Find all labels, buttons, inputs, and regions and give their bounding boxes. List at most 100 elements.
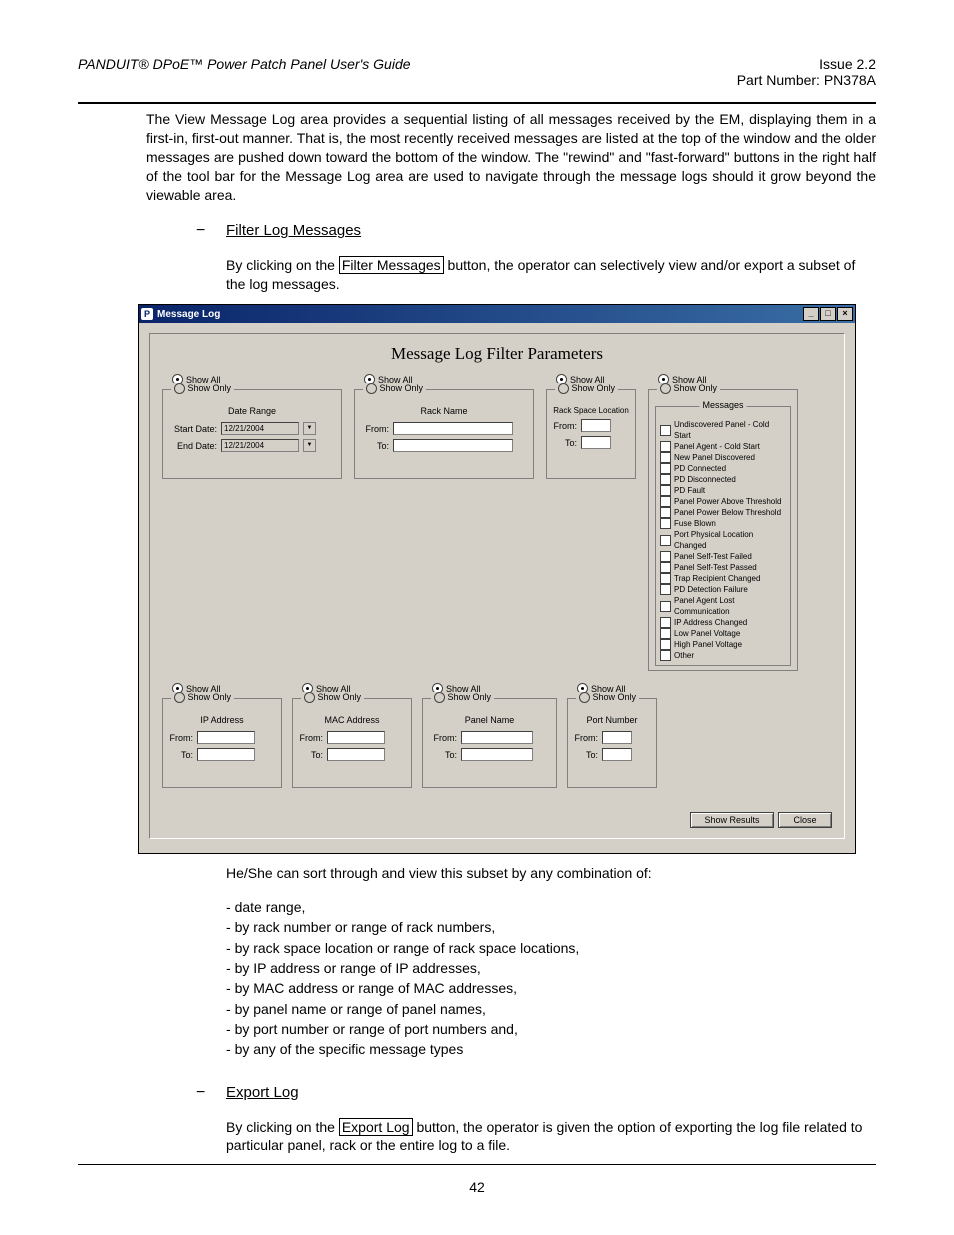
mac-from-input[interactable] [327, 731, 385, 744]
messages-show-only-group: Show Only Messages Undiscovered Panel - … [648, 389, 798, 671]
rackspace-show-only[interactable]: Show Only [555, 383, 618, 394]
message-checkbox-item[interactable]: Undiscovered Panel - Cold Start [660, 419, 786, 441]
message-checkbox-item[interactable]: Panel Agent - Cold Start [660, 441, 786, 452]
message-checkbox-item[interactable]: Panel Self-Test Passed [660, 562, 786, 573]
checkbox-icon[interactable] [660, 485, 671, 496]
checkbox-icon[interactable] [660, 507, 671, 518]
close-button[interactable]: Close [778, 812, 832, 828]
header-left: PANDUIT® DPoE™ Power Patch Panel User's … [78, 56, 411, 88]
header-right: Issue 2.2 Part Number: PN378A [737, 56, 876, 88]
maximize-button[interactable]: □ [820, 307, 836, 321]
message-checkbox-item[interactable]: PD Disconnected [660, 474, 786, 485]
rackspace-from-input[interactable] [581, 419, 611, 432]
rack-to-input[interactable] [393, 439, 513, 452]
show-results-button[interactable]: Show Results [690, 812, 774, 828]
message-checkbox-item[interactable]: Panel Agent Lost Communication [660, 595, 786, 617]
panel-to-input[interactable] [461, 748, 533, 761]
checkbox-icon[interactable] [660, 639, 671, 650]
section-filter-log: − Filter Log Messages [196, 222, 876, 240]
list-item: by panel name or range of panel names, [226, 999, 876, 1019]
filter-description: By clicking on the Filter Messages butto… [226, 256, 876, 294]
checkbox-icon[interactable] [660, 562, 671, 573]
message-checkbox-item[interactable]: Panel Power Below Threshold [660, 507, 786, 518]
date-range-group: Show Only Date Range Start Date: 12/21/2… [162, 389, 342, 479]
list-item: by port number or range of port numbers … [226, 1019, 876, 1039]
message-checkbox-item[interactable]: Panel Self-Test Failed [660, 551, 786, 562]
header-rule [78, 102, 876, 104]
ip-from-input[interactable] [197, 731, 255, 744]
filter-panel: Message Log Filter Parameters Show All S… [149, 333, 845, 839]
ip-to-input[interactable] [197, 748, 255, 761]
checkbox-icon[interactable] [660, 425, 671, 436]
message-checkbox-item[interactable]: PD Detection Failure [660, 584, 786, 595]
ip-show-only[interactable]: Show Only [171, 692, 234, 703]
checkbox-icon[interactable] [660, 474, 671, 485]
message-checkbox-item[interactable]: Trap Recipient Changed [660, 573, 786, 584]
mac-show-only[interactable]: Show Only [301, 692, 364, 703]
filter-messages-button-ref: Filter Messages [339, 256, 444, 274]
window-client: Message Log Filter Parameters Show All S… [139, 323, 855, 853]
rack-space-group: Show Only Rack Space Location From: To: [546, 389, 636, 479]
port-to-input[interactable] [602, 748, 632, 761]
rack-show-only[interactable]: Show Only [363, 383, 426, 394]
checkbox-icon[interactable] [660, 518, 671, 529]
export-description: By clicking on the Export Log button, th… [226, 1118, 876, 1156]
filter-criteria-list: date range,by rack number or range of ra… [226, 897, 876, 1059]
port-number-group: Show Only Port Number From: To: [567, 698, 657, 788]
list-item: by IP address or range of IP addresses, [226, 958, 876, 978]
mac-address-group: Show Only MAC Address From: To: [292, 698, 412, 788]
message-checkbox-item[interactable]: Other [660, 650, 786, 661]
checkbox-icon[interactable] [660, 551, 671, 562]
checkbox-icon[interactable] [660, 601, 671, 612]
message-checkbox-item[interactable]: Port Physical Location Changed [660, 529, 786, 551]
checkbox-icon[interactable] [660, 617, 671, 628]
checkbox-icon[interactable] [660, 573, 671, 584]
checkbox-icon[interactable] [660, 452, 671, 463]
window-title: Message Log [157, 309, 220, 320]
message-checkbox-item[interactable]: Low Panel Voltage [660, 628, 786, 639]
checkbox-icon[interactable] [660, 535, 671, 546]
messages-show-only[interactable]: Show Only [657, 383, 720, 394]
ip-address-group: Show Only IP Address From: To: [162, 698, 282, 788]
checkbox-icon[interactable] [660, 584, 671, 595]
checkbox-icon[interactable] [660, 463, 671, 474]
rackspace-to-input[interactable] [581, 436, 611, 449]
message-checkbox-item[interactable]: New Panel Discovered [660, 452, 786, 463]
rack-name-group: Show Only Rack Name From: To: [354, 389, 534, 479]
sort-intro: He/She can sort through and view this su… [226, 864, 876, 883]
export-log-button-ref: Export Log [339, 1118, 413, 1136]
window-titlebar[interactable]: P Message Log _ □ × [139, 305, 855, 323]
date-show-only[interactable]: Show Only [171, 383, 234, 394]
dropdown-icon[interactable]: ▼ [303, 439, 316, 452]
checkbox-icon[interactable] [660, 441, 671, 452]
section-export-log: − Export Log [196, 1084, 876, 1102]
list-item: by MAC address or range of MAC addresses… [226, 978, 876, 998]
message-checkbox-item[interactable]: PD Connected [660, 463, 786, 474]
mac-to-input[interactable] [327, 748, 385, 761]
port-show-only[interactable]: Show Only [576, 692, 639, 703]
message-log-window: P Message Log _ □ × Message Log Filter P… [138, 304, 856, 854]
close-window-button[interactable]: × [837, 307, 853, 321]
end-date-input[interactable]: 12/21/2004 [221, 439, 299, 452]
minimize-button[interactable]: _ [803, 307, 819, 321]
messages-group: Messages Undiscovered Panel - Cold Start… [655, 406, 791, 666]
list-item: by rack space location or range of rack … [226, 938, 876, 958]
list-item: date range, [226, 897, 876, 917]
panel-from-input[interactable] [461, 731, 533, 744]
section-title: Filter Log Messages [226, 222, 361, 239]
message-checkbox-item[interactable]: Fuse Blown [660, 518, 786, 529]
checkbox-icon[interactable] [660, 496, 671, 507]
start-date-input[interactable]: 12/21/2004 [221, 422, 299, 435]
list-item: by rack number or range of rack numbers, [226, 917, 876, 937]
panel-show-only[interactable]: Show Only [431, 692, 494, 703]
checkbox-icon[interactable] [660, 628, 671, 639]
message-checkbox-item[interactable]: IP Address Changed [660, 617, 786, 628]
rack-from-input[interactable] [393, 422, 513, 435]
message-checkbox-item[interactable]: PD Fault [660, 485, 786, 496]
message-checkbox-item[interactable]: High Panel Voltage [660, 639, 786, 650]
port-from-input[interactable] [602, 731, 632, 744]
panel-name-group: Show Only Panel Name From: To: [422, 698, 557, 788]
checkbox-icon[interactable] [660, 650, 671, 661]
message-checkbox-item[interactable]: Panel Power Above Threshold [660, 496, 786, 507]
dropdown-icon[interactable]: ▼ [303, 422, 316, 435]
